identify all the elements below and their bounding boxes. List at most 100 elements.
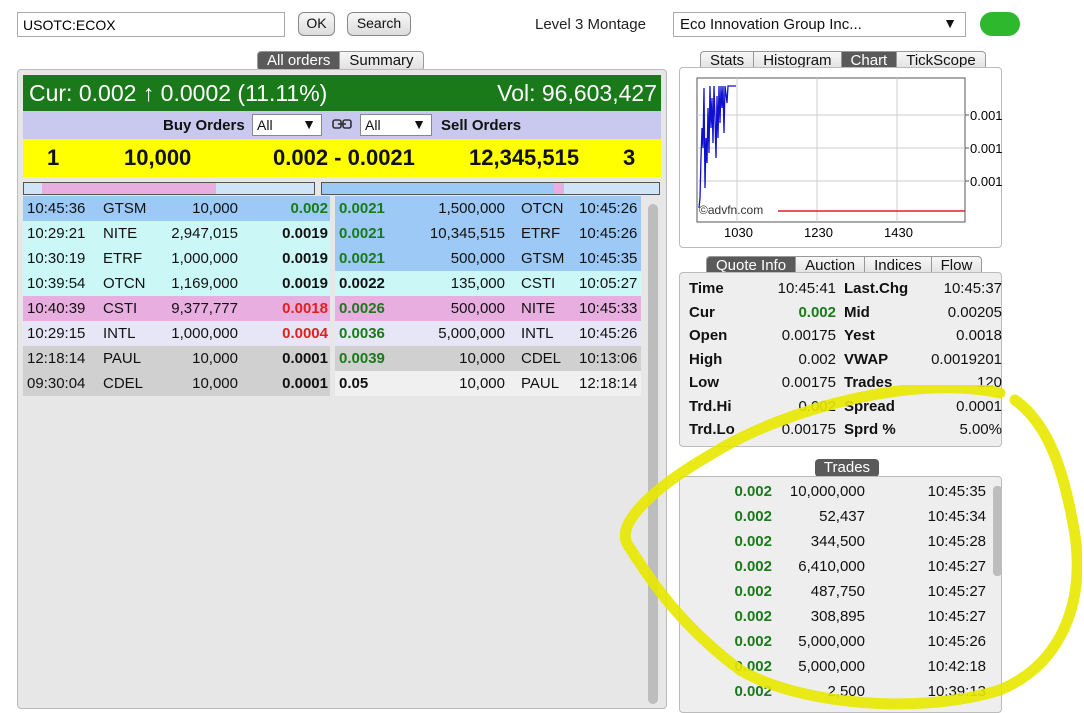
buy-order-row[interactable]: 10:39:54 OTCN 1,169,000 0.0019 — [23, 271, 330, 296]
order-size: 1,500,000 — [438, 200, 505, 217]
tab-orders-all-orders[interactable]: All orders — [258, 52, 341, 70]
market-maker: CDEL — [521, 350, 562, 367]
sell-order-row[interactable]: 0.0021 10,345,515 ETRF 10:45:26 — [335, 221, 641, 246]
order-price: 0.0036 — [339, 325, 385, 342]
trade-row: 0.002 487,750 10:45:27 — [680, 579, 1001, 604]
order-book-panel: Cur: 0.002 ↑ 0.0002 (11.11%) Vol: 96,603… — [17, 69, 667, 709]
market-maker: OTCN — [103, 275, 146, 292]
order-time: 10:40:39 — [27, 300, 86, 317]
quote-label: Low — [689, 374, 719, 391]
sell-filter-select[interactable]: All ▼ — [360, 114, 432, 136]
trade-time: 10:45:27 — [927, 583, 986, 600]
order-book-scrollbar[interactable] — [648, 204, 658, 704]
buy-filter-select[interactable]: All ▼ — [252, 114, 322, 136]
sell-order-row[interactable]: 0.0036 5,000,000 INTL 10:45:26 — [335, 321, 641, 346]
quote-label: Sprd % — [844, 421, 896, 438]
buy-order-row[interactable]: 09:30:04 CDEL 10,000 0.0001 — [23, 371, 330, 396]
trades-panel: 0.002 10,000,000 10:45:35 0.002 52,437 10:45:… — [679, 476, 1002, 713]
trade-size: 487,750 — [810, 583, 865, 600]
quote-label: VWAP — [844, 350, 889, 368]
order-price: 0.0018 — [282, 300, 328, 317]
symbol-input[interactable] — [17, 12, 285, 37]
trade-time: 10:45:27 — [927, 558, 986, 575]
trade-row: 0.002 5,000,000 10:45:26 — [680, 629, 1001, 654]
quote-value: 0.002 — [798, 397, 836, 415]
quote-value: 10:45:37 — [943, 280, 1002, 297]
trade-row: 0.002 52,437 10:45:34 — [680, 504, 1001, 529]
filter-bar: Buy Orders All ▼ All ▼ Sell Orders — [23, 111, 661, 139]
streaming-toggle[interactable] — [980, 12, 1020, 36]
market-maker: PAUL — [521, 375, 560, 392]
sell-order-row[interactable]: 0.0021 1,500,000 OTCN 10:45:26 — [335, 196, 641, 221]
ask-count: 3 — [623, 145, 636, 170]
quote-value: 5.00% — [959, 421, 1002, 438]
order-size: 1,000,000 — [171, 250, 238, 267]
trade-price: 0.002 — [734, 508, 772, 525]
buy-order-row[interactable]: 10:40:39 CSTI 9,377,777 0.0018 — [23, 296, 330, 321]
trades-scrollbar[interactable] — [993, 486, 1002, 576]
market-maker: CSTI — [103, 300, 138, 317]
spread-text: 0.002 - 0.0021 — [273, 145, 415, 170]
quote-label: Open — [689, 327, 728, 344]
buy-order-row[interactable]: 10:29:21 NITE 2,947,015 0.0019 — [23, 221, 330, 246]
x-tick-label: 1430 — [884, 225, 913, 240]
order-time: 09:30:04 — [27, 375, 86, 392]
trade-price: 0.002 — [734, 658, 772, 675]
trade-price: 0.002 — [734, 608, 772, 625]
quote-label: Mid — [844, 303, 870, 321]
order-time: 10:45:35 — [579, 250, 638, 267]
market-maker: ETRF — [521, 225, 561, 242]
market-maker: ETRF — [103, 250, 143, 267]
order-price: 0.0021 — [339, 225, 385, 242]
trades-tab[interactable]: Trades — [815, 459, 879, 477]
buy-order-row[interactable]: 10:30:19 ETRF 1,000,000 0.0019 — [23, 246, 330, 271]
quote-info-row: Cur 0.002 Mid 0.00205 — [680, 301, 1002, 325]
order-tabs: All orders Summary — [257, 51, 424, 71]
quote-value: 0.0018 — [956, 327, 1002, 344]
order-price: 0.0001 — [282, 350, 328, 367]
company-select-value: Eco Innovation Group Inc... — [680, 16, 862, 33]
tab-orders-summary[interactable]: Summary — [340, 52, 422, 70]
order-time: 10:45:26 — [579, 225, 638, 242]
trade-time: 10:39:13 — [927, 683, 986, 700]
market-maker: INTL — [103, 325, 136, 342]
order-time: 10:13:06 — [579, 350, 638, 367]
quote-info-row: Open 0.00175 Yest 0.0018 — [680, 324, 1002, 348]
search-button[interactable]: Search — [347, 12, 411, 36]
quote-label: Trades — [844, 374, 893, 391]
market-maker: INTL — [521, 325, 554, 342]
ok-button[interactable]: OK — [298, 12, 335, 36]
sell-order-row[interactable]: 0.05 10,000 PAUL 12:18:14 — [335, 371, 641, 396]
trade-price: 0.002 — [734, 683, 772, 700]
link-icon[interactable] — [332, 116, 352, 136]
order-size: 5,000,000 — [438, 325, 505, 342]
sell-order-row[interactable]: 0.0022 135,000 CSTI 10:05:27 — [335, 271, 641, 296]
ask-depth-bar — [321, 182, 660, 195]
buy-order-row[interactable]: 10:45:36 GTSM 10,000 0.002 — [23, 196, 330, 221]
trade-size: 344,500 — [810, 533, 865, 550]
sell-order-row[interactable]: 0.0021 500,000 GTSM 10:45:35 — [335, 246, 641, 271]
order-price: 0.0019 — [282, 250, 328, 267]
order-time: 10:45:26 — [579, 200, 638, 217]
order-size: 10,345,515 — [429, 225, 505, 242]
quote-label: Trd.Hi — [689, 397, 732, 415]
order-size: 1,000,000 — [171, 325, 238, 342]
sell-order-row[interactable]: 0.0026 500,000 NITE 10:45:33 — [335, 296, 641, 321]
quote-value: 0.00205 — [947, 303, 1002, 321]
quote-label: Spread — [844, 397, 895, 415]
sell-orders-label: Sell Orders — [441, 117, 522, 134]
x-tick-label: 1230 — [804, 225, 833, 240]
volume-text: Vol: 96,603,427 — [497, 80, 657, 106]
trade-row: 0.002 2,500 10:39:13 — [680, 679, 1001, 704]
buy-order-row[interactable]: 10:29:15 INTL 1,000,000 0.0004 — [23, 321, 330, 346]
order-price: 0.0026 — [339, 300, 385, 317]
trade-time: 10:45:28 — [927, 533, 986, 550]
buy-order-row[interactable]: 12:18:14 PAUL 10,000 0.0001 — [23, 346, 330, 371]
company-select[interactable]: Eco Innovation Group Inc... ▼ — [673, 12, 966, 37]
sell-orders-list: 0.0021 1,500,000 OTCN 10:45:26 0.0021 10,345,… — [335, 196, 641, 396]
order-size: 10,000 — [459, 350, 505, 367]
order-time: 10:39:54 — [27, 275, 86, 292]
intraday-chart-panel: 0.001 0.001 0.001 1030 1230 1430 ©advfn.… — [679, 67, 1003, 248]
order-time: 12:18:14 — [579, 375, 638, 392]
sell-order-row[interactable]: 0.0039 10,000 CDEL 10:13:06 — [335, 346, 641, 371]
